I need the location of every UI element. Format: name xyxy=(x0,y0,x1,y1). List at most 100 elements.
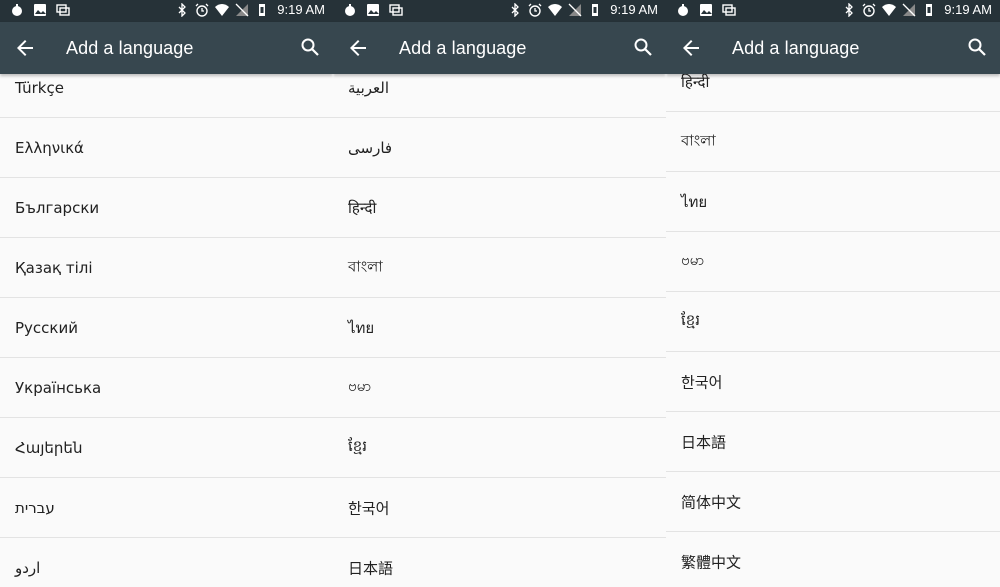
bluetooth-icon xyxy=(508,3,522,17)
app-notification-icon xyxy=(676,3,690,17)
phone-screen-2: 9:19 AM Add a language العربية فارسی हिन… xyxy=(333,0,666,587)
battery-icon xyxy=(255,3,269,17)
language-item[interactable]: ไทย xyxy=(333,298,666,358)
status-bar: 9:19 AM xyxy=(666,0,1000,22)
language-item[interactable]: 简体中文 xyxy=(666,472,1000,532)
battery-icon xyxy=(588,3,602,17)
language-label: 日本語 xyxy=(681,433,727,451)
language-item[interactable]: Türkçe xyxy=(0,74,333,118)
status-bar: 9:19 AM xyxy=(333,0,666,22)
toolbar-title: Add a language xyxy=(399,38,527,58)
language-item[interactable]: العربية xyxy=(333,74,666,118)
arrow-back-icon xyxy=(17,40,33,56)
language-list[interactable]: Türkçe Ελληνικά Български Қазақ тілі Рус… xyxy=(0,74,333,587)
back-button[interactable] xyxy=(346,36,370,60)
search-button[interactable] xyxy=(965,35,989,59)
language-item[interactable]: বাংলা xyxy=(666,112,1000,172)
back-button[interactable] xyxy=(13,36,37,60)
language-label: Български xyxy=(15,198,100,217)
search-icon xyxy=(634,38,652,56)
language-label: ខ្មែរ xyxy=(681,310,701,329)
clock-time: 9:19 AM xyxy=(944,2,992,17)
language-item[interactable]: עברית xyxy=(0,478,333,538)
language-item[interactable]: ဗမာ xyxy=(666,232,1000,292)
status-left-icons xyxy=(676,3,736,17)
language-item[interactable]: हिन्दी xyxy=(666,74,1000,112)
phone-screen-1: 9:19 AM Add a language Türkçe Ελληνικά Б… xyxy=(0,0,333,587)
clock-time: 9:19 AM xyxy=(277,2,325,17)
status-left-icons xyxy=(10,3,70,17)
language-label: 简体中文 xyxy=(681,493,742,511)
language-item[interactable]: বাংলা xyxy=(333,238,666,298)
language-item[interactable]: 한국어 xyxy=(333,478,666,538)
search-button[interactable] xyxy=(298,35,322,59)
language-item[interactable]: 繁體中文 xyxy=(666,532,1000,587)
screens-icon xyxy=(56,3,70,17)
language-item[interactable]: Ελληνικά xyxy=(0,118,333,178)
language-item[interactable]: Українська xyxy=(0,358,333,418)
app-toolbar: Add a language xyxy=(0,22,333,74)
language-label: 한국어 xyxy=(348,499,390,517)
language-item[interactable]: ខ្មែរ xyxy=(666,292,1000,352)
language-label: Türkçe xyxy=(15,78,64,97)
language-list[interactable]: हिन्दी বাংলা ไทย ဗမာ ខ្មែរ 한국어 日本語 简体中文 … xyxy=(666,74,1000,587)
screenshot-composite: 9:19 AM Add a language Türkçe Ελληνικά Б… xyxy=(0,0,1000,587)
language-label: فارسی xyxy=(348,138,393,157)
alarm-icon xyxy=(195,3,209,17)
language-item[interactable]: ไทย xyxy=(666,172,1000,232)
language-label: ខ្មែរ xyxy=(348,436,368,455)
clock-time: 9:19 AM xyxy=(610,2,658,17)
status-right-icons: 9:19 AM xyxy=(175,3,325,17)
wifi-icon xyxy=(882,3,897,17)
language-label: עברית xyxy=(15,498,55,517)
language-label: हिन्दी xyxy=(348,198,377,217)
language-label: 繁體中文 xyxy=(681,553,742,571)
language-label: ไทย xyxy=(681,192,708,211)
language-label: 한국어 xyxy=(681,373,723,391)
language-list[interactable]: العربية فارسی हिन्दी বাংলা ไทย ဗမာ ខ្មែរ… xyxy=(333,74,666,587)
bluetooth-icon xyxy=(175,3,189,17)
language-item[interactable]: اردو xyxy=(0,538,333,587)
phone-screen-3: 9:19 AM Add a language हिन्दी বাংলা ไทย … xyxy=(666,0,1000,587)
language-item[interactable]: 한국어 xyxy=(666,352,1000,412)
language-item[interactable]: 日本語 xyxy=(666,412,1000,472)
language-item[interactable]: Հայերեն xyxy=(0,418,333,478)
language-label: Қазақ тілі xyxy=(15,258,93,277)
language-label: ဗမာ xyxy=(681,250,705,269)
toolbar-title: Add a language xyxy=(732,38,860,58)
app-notification-icon xyxy=(343,3,357,17)
toolbar-title: Add a language xyxy=(66,38,194,58)
back-button[interactable] xyxy=(679,36,703,60)
status-left-icons xyxy=(343,3,403,17)
screens-icon xyxy=(722,3,736,17)
language-item[interactable]: 日本語 xyxy=(333,538,666,587)
status-right-icons: 9:19 AM xyxy=(508,3,658,17)
language-item[interactable]: ဗမာ xyxy=(333,358,666,418)
wifi-icon xyxy=(548,3,563,17)
language-label: বাংলা xyxy=(348,257,383,275)
language-label: العربية xyxy=(348,78,389,97)
search-icon xyxy=(968,38,986,56)
language-label: Ελληνικά xyxy=(15,138,84,157)
language-label: Русский xyxy=(15,318,78,337)
app-toolbar: Add a language xyxy=(666,22,1000,74)
language-label: Հայերեն xyxy=(15,438,83,457)
arrow-back-icon xyxy=(350,40,366,56)
language-item[interactable]: Қазақ тілі xyxy=(0,238,333,298)
language-label: Українська xyxy=(15,378,102,397)
alarm-icon xyxy=(528,3,542,17)
status-right-icons: 9:19 AM xyxy=(842,3,992,17)
arrow-back-icon xyxy=(683,40,699,56)
language-item[interactable]: हिन्दी xyxy=(333,178,666,238)
language-item[interactable]: Български xyxy=(0,178,333,238)
search-button[interactable] xyxy=(631,35,655,59)
bluetooth-icon xyxy=(842,3,856,17)
language-item[interactable]: Русский xyxy=(0,298,333,358)
battery-icon xyxy=(922,3,936,17)
language-label: বাংলা xyxy=(681,131,716,149)
language-item[interactable]: ខ្មែរ xyxy=(333,418,666,478)
image-icon xyxy=(33,3,47,17)
image-icon xyxy=(366,3,380,17)
language-item[interactable]: فارسی xyxy=(333,118,666,178)
search-icon xyxy=(301,38,319,56)
